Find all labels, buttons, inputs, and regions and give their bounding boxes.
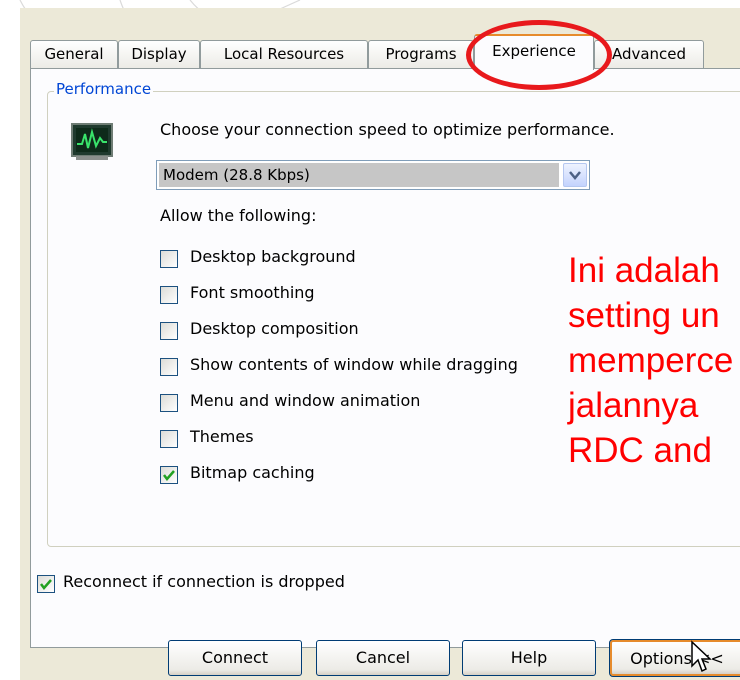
checkbox-font-smoothing[interactable] <box>160 286 178 304</box>
checkbox-label: Desktop composition <box>190 319 359 338</box>
dropdown-arrow-icon[interactable] <box>563 163 587 187</box>
checkbox-label: Themes <box>190 427 254 446</box>
options-button[interactable]: Options << <box>609 639 740 677</box>
checkbox-label: Font smoothing <box>190 283 315 302</box>
annotation-line: Ini adalah <box>568 251 720 290</box>
checkbox-label: Menu and window animation <box>190 391 421 410</box>
tab-label: Display <box>131 45 187 63</box>
tab-label: Advanced <box>611 45 687 63</box>
cancel-button[interactable]: Cancel <box>316 640 450 676</box>
checkbox-label: Bitmap caching <box>190 463 315 482</box>
tab-label: Programs <box>385 45 457 63</box>
highlight-ring <box>466 20 612 90</box>
tab-label: General <box>44 45 104 63</box>
annotation-text: Ini adalah setting un memperce jalannya … <box>568 248 733 473</box>
reconnect-label: Reconnect if connection is dropped <box>63 572 345 591</box>
connection-speed-value: Modem (28.8 Kbps) <box>159 163 559 187</box>
checkbox-show-window-contents[interactable] <box>160 358 178 376</box>
tab-general[interactable]: General <box>30 40 118 68</box>
checkbox-menu-animation[interactable] <box>160 394 178 412</box>
help-button[interactable]: Help <box>462 640 596 676</box>
tab-programs[interactable]: Programs <box>368 40 474 68</box>
mouse-cursor-icon <box>690 640 712 678</box>
tab-display[interactable]: Display <box>118 40 200 68</box>
annotation-line: setting un <box>568 296 720 335</box>
checkbox-label: Desktop background <box>190 247 356 266</box>
checkbox-label: Show contents of window while dragging <box>190 355 518 374</box>
connection-speed-select[interactable]: Modem (28.8 Kbps) <box>156 160 590 190</box>
checkmark-icon <box>40 579 52 590</box>
allow-following-label: Allow the following: <box>160 206 317 225</box>
checkmark-icon <box>163 470 175 481</box>
checkbox-themes[interactable] <box>160 430 178 448</box>
annotation-line: memperce <box>568 341 734 380</box>
monitor-icon <box>70 122 114 162</box>
checkbox-bitmap-caching[interactable] <box>160 466 178 484</box>
checkbox-reconnect[interactable] <box>37 575 55 593</box>
annotation-line: jalannya <box>568 386 699 425</box>
connect-button[interactable]: Connect <box>168 640 302 676</box>
performance-group-title: Performance <box>54 80 154 98</box>
checkbox-desktop-background[interactable] <box>160 250 178 268</box>
tab-label: Local Resources <box>223 45 345 63</box>
annotation-line: RDC and <box>568 431 712 470</box>
checkbox-desktop-composition[interactable] <box>160 322 178 340</box>
connection-speed-instruction: Choose your connection speed to optimize… <box>160 120 615 139</box>
tab-local-resources[interactable]: Local Resources <box>200 40 368 68</box>
